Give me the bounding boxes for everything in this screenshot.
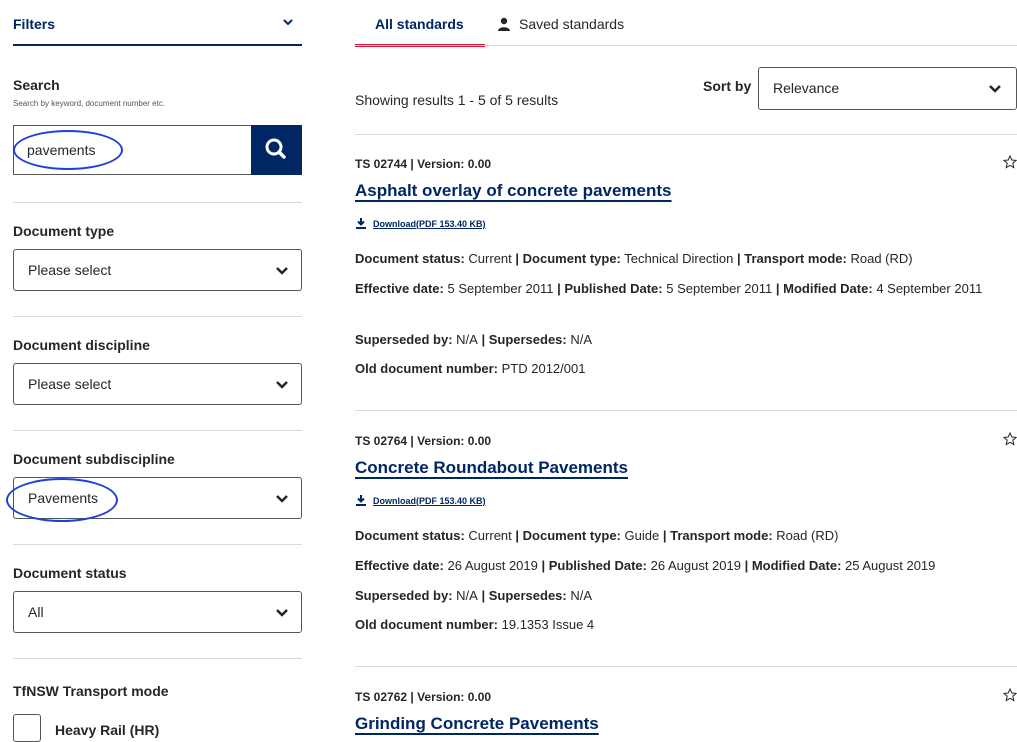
document-type-value: Please select [28, 262, 112, 278]
document-title-link[interactable]: Concrete Roundabout Pavements [355, 458, 628, 478]
tab-all-standards[interactable]: All standards [355, 0, 485, 47]
divider [13, 430, 302, 431]
search-button[interactable] [251, 125, 302, 175]
annotation-circle-search [13, 130, 123, 170]
download-link[interactable]: Download(PDF 153.40 KB) [355, 491, 486, 509]
result-card: TS 02764 | Version: 0.00 Concrete Rounda… [355, 411, 1017, 666]
tab-saved-standards[interactable]: Saved standards [497, 16, 624, 32]
filters-toggle[interactable]: Filters [13, 14, 302, 46]
chevron-down-icon [275, 264, 289, 282]
save-star-button[interactable] [1002, 431, 1017, 451]
divider [13, 658, 302, 659]
document-discipline-label: Document discipline [13, 337, 150, 353]
filters-label: Filters [13, 16, 56, 32]
chevron-down-icon [275, 606, 289, 624]
document-status-select[interactable]: All [13, 591, 302, 633]
tab-all-standards-label: All standards [375, 16, 464, 32]
download-icon [356, 495, 366, 506]
star-icon [1002, 154, 1017, 169]
search-subtitle: Search by keyword, document number etc. [13, 99, 166, 108]
document-meta: TS 02744 | Version: 0.00 [355, 157, 492, 171]
old-document-number: Old document number: PTD 2012/001 [355, 361, 586, 376]
document-supersession: Superseded by: N/A | Supersedes: N/A [355, 588, 593, 603]
document-type-select[interactable]: Please select [13, 249, 302, 291]
document-details: Document status: Current | Document type… [355, 528, 839, 543]
divider [13, 316, 302, 317]
annotation-circle-subdiscipline [6, 478, 118, 522]
chevron-down-icon [275, 492, 289, 510]
save-star-button[interactable] [1002, 154, 1017, 174]
document-title-link[interactable]: Asphalt overlay of concrete pavements [355, 181, 672, 201]
document-dates: Effective date: 5 September 2011 | Publi… [355, 281, 983, 296]
save-star-button[interactable] [1002, 687, 1017, 707]
document-meta: TS 02762 | Version: 0.00 [355, 690, 492, 704]
download-link[interactable]: Download(PDF 153.40 KB) [355, 214, 486, 232]
star-icon [1002, 687, 1017, 702]
sort-by-label: Sort by [703, 78, 752, 94]
sort-select[interactable]: Relevance [758, 67, 1017, 110]
chevron-down-icon [275, 378, 289, 396]
document-status-value: All [28, 604, 44, 620]
chevron-down-icon [282, 15, 294, 33]
transport-mode-label: TfNSW Transport mode [13, 683, 169, 699]
tab-saved-standards-label: Saved standards [519, 16, 625, 32]
chevron-down-icon [988, 82, 1002, 100]
results-count: Showing results 1 - 5 of 5 results [355, 92, 559, 108]
result-card: TS 02744 | Version: 0.00 Asphalt overlay… [355, 135, 1017, 410]
download-icon [356, 218, 366, 229]
document-subdiscipline-label: Document subdiscipline [13, 451, 175, 467]
document-meta: TS 02764 | Version: 0.00 [355, 434, 492, 448]
result-card: TS 02762 | Version: 0.00 Grinding Concre… [355, 667, 1017, 738]
search-icon [265, 138, 286, 159]
heavy-rail-label: Heavy Rail (HR) [55, 722, 160, 738]
user-icon [498, 17, 510, 31]
document-discipline-value: Please select [28, 376, 112, 392]
search-title: Search [13, 77, 60, 93]
old-document-number: Old document number: 19.1353 Issue 4 [355, 617, 595, 632]
document-type-label: Document type [13, 223, 115, 239]
download-label: Download(PDF 153.40 KB) [373, 219, 486, 229]
star-icon [1002, 431, 1017, 446]
divider [13, 202, 302, 203]
document-details: Document status: Current | Document type… [355, 251, 913, 266]
document-title-link[interactable]: Grinding Concrete Pavements [355, 714, 599, 734]
document-status-label: Document status [13, 565, 127, 581]
document-discipline-select[interactable]: Please select [13, 363, 302, 405]
document-dates: Effective date: 26 August 2019 | Publish… [355, 558, 936, 573]
divider [13, 544, 302, 545]
download-label: Download(PDF 153.40 KB) [373, 496, 486, 506]
tabs-underline [355, 45, 1017, 46]
sort-select-value: Relevance [773, 80, 840, 96]
document-supersession: Superseded by: N/A | Supersedes: N/A [355, 332, 593, 347]
